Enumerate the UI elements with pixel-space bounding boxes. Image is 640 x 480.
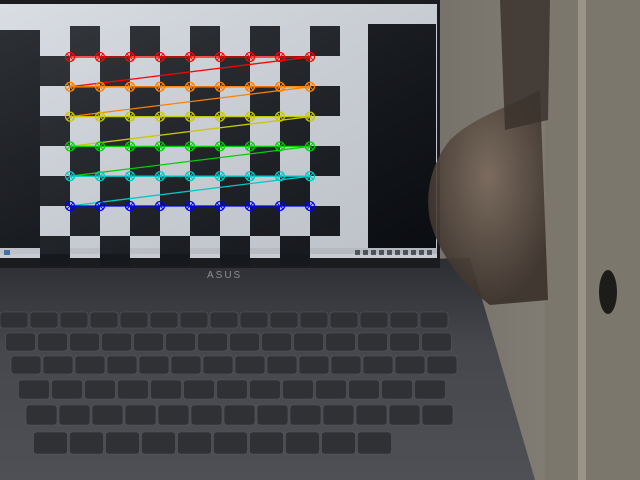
keyboard-key (133, 332, 164, 352)
laptop-brand-label: ASUS (207, 270, 242, 281)
keyboard-key (229, 332, 260, 352)
keyboard-key (37, 332, 68, 352)
door-handle (599, 270, 617, 314)
keyboard-key (170, 355, 202, 375)
keyboard-key (25, 404, 58, 426)
keyboard-key (89, 311, 119, 329)
keyboard-key (190, 404, 223, 426)
keyboard-key (394, 355, 426, 375)
keyboard-key (389, 311, 419, 329)
keyboard-key (216, 379, 248, 400)
screen-glare (0, 4, 437, 254)
keyboard-key (213, 431, 248, 455)
keyboard-key (29, 311, 59, 329)
keyboard-key (315, 379, 347, 400)
keyboard-key (249, 379, 281, 400)
keyboard-key (261, 332, 292, 352)
keyboard-key (117, 379, 149, 400)
keyboard-key (266, 355, 298, 375)
keyboard-key (138, 355, 170, 375)
keyboard-key (414, 379, 446, 400)
keyboard-key (256, 404, 289, 426)
keyboard-key (59, 311, 89, 329)
keyboard-key (289, 404, 322, 426)
keyboard-key (362, 355, 394, 375)
keyboard-key (10, 355, 42, 375)
keyboard-key (357, 431, 392, 455)
wrist (500, 0, 550, 130)
keyboard-key (330, 355, 362, 375)
keyboard-key (5, 332, 36, 352)
keyboard-key (298, 355, 330, 375)
door-panel (545, 0, 640, 480)
keyboard-key (157, 404, 190, 426)
keyboard-key (84, 379, 116, 400)
keyboard-key (105, 431, 140, 455)
keyboard-key (141, 431, 176, 455)
keyboard-key (421, 332, 452, 352)
keyboard-key (177, 431, 212, 455)
keyboard-key (389, 332, 420, 352)
keyboard-key (91, 404, 124, 426)
keyboard-key (51, 379, 83, 400)
keyboard-key (183, 379, 215, 400)
keyboard-key (381, 379, 413, 400)
keyboard-key (165, 332, 196, 352)
keyboard-key (239, 311, 269, 329)
keyboard-key (0, 311, 29, 329)
keyboard-key (69, 431, 104, 455)
keyboard-key (58, 404, 91, 426)
keyboard-key (33, 431, 68, 455)
keyboard-key (202, 355, 234, 375)
keyboard-key (282, 379, 314, 400)
keyboard-key (293, 332, 324, 352)
keyboard-key (388, 404, 421, 426)
keyboard-key (149, 311, 179, 329)
keyboard-key (426, 355, 458, 375)
keyboard-key (101, 332, 132, 352)
keyboard-key (359, 311, 389, 329)
camera-photo: ASUS (0, 0, 640, 480)
keyboard-key (357, 332, 388, 352)
keyboard-key (106, 355, 138, 375)
keyboard-key (249, 431, 284, 455)
keyboard-key (355, 404, 388, 426)
keyboard-key (223, 404, 256, 426)
keyboard-key (299, 311, 329, 329)
keyboard-key (234, 355, 266, 375)
keyboard-key (321, 431, 356, 455)
keyboard-key (74, 355, 106, 375)
keyboard-key (119, 311, 149, 329)
keyboard-key (150, 379, 182, 400)
keyboard-key (209, 311, 239, 329)
keyboard-key (42, 355, 74, 375)
door-edge (578, 0, 586, 480)
keyboard-key (124, 404, 157, 426)
keyboard-key (197, 332, 228, 352)
keyboard-key (348, 379, 380, 400)
keyboard-key (285, 431, 320, 455)
keyboard-key (421, 404, 454, 426)
keyboard-key (69, 332, 100, 352)
keyboard-key (269, 311, 299, 329)
keyboard-key (325, 332, 356, 352)
keyboard-key (179, 311, 209, 329)
keyboard-key (18, 379, 50, 400)
keyboard-key (322, 404, 355, 426)
keyboard-key (329, 311, 359, 329)
keyboard-key (419, 311, 449, 329)
